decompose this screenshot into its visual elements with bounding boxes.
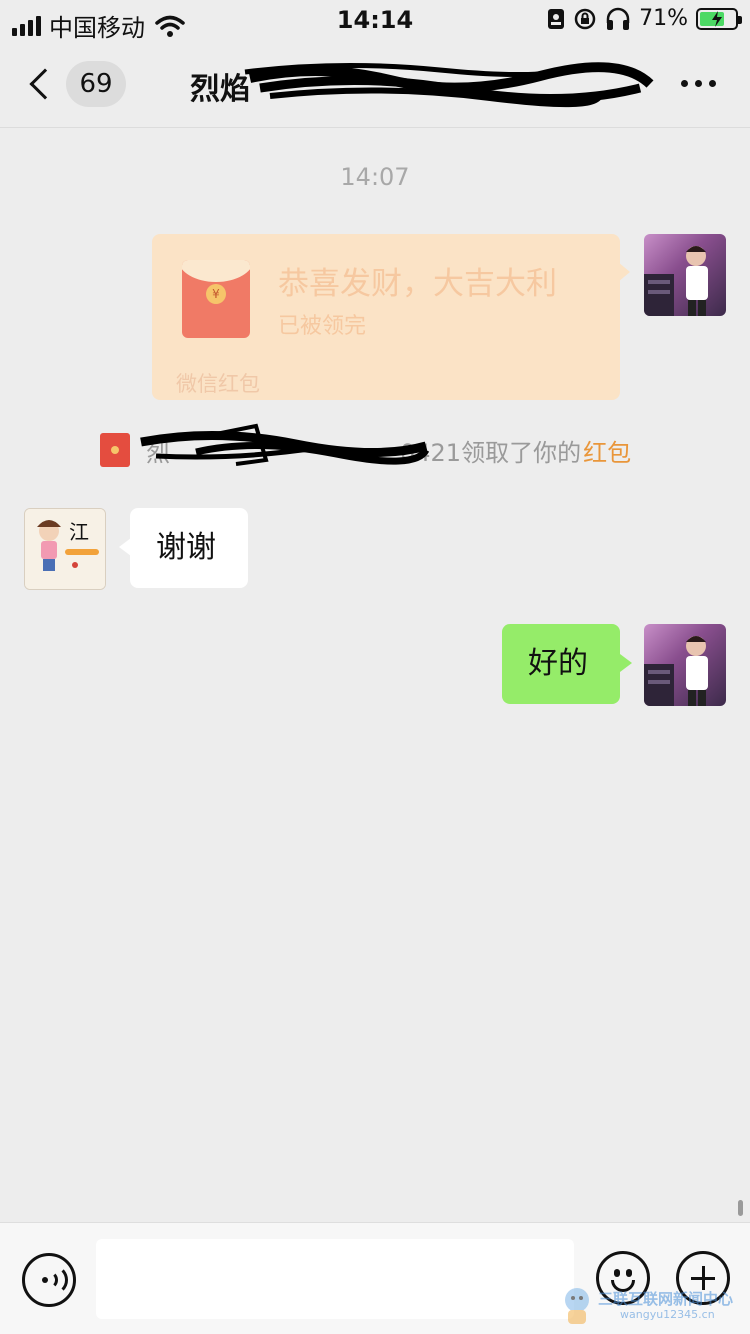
watermark-url: wangyu12345.cn — [620, 1308, 715, 1321]
battery-percent: 71% — [639, 6, 688, 31]
chat-nav-bar: 69 烈焰 — [0, 40, 750, 128]
contact-avatar[interactable]: 江 — [24, 508, 106, 590]
my-avatar[interactable] — [644, 624, 726, 706]
watermark-text: 三联互联网新闻中心 — [598, 1290, 734, 1308]
rotation-lock-icon — [574, 8, 596, 29]
headphones-icon — [606, 7, 630, 30]
svg-text:江: 江 — [69, 520, 89, 544]
red-packet-footer: 微信红包 — [176, 372, 260, 396]
battery-charging-icon — [696, 7, 742, 30]
coin-icon: ¥ — [206, 284, 226, 304]
message-input[interactable] — [96, 1239, 574, 1319]
received-message-bubble[interactable]: 谢谢 — [130, 508, 248, 588]
unread-count-badge: 69 — [66, 61, 126, 107]
red-packet-message[interactable]: ¥ 恭喜发财，大吉大利 已被领完 微信红包 — [152, 234, 620, 400]
red-packet-status: 已被领完 — [278, 314, 367, 339]
chevron-left-icon — [29, 68, 61, 100]
received-bubble-tail — [119, 538, 131, 556]
red-packet-tail — [618, 262, 630, 282]
my-avatar[interactable] — [644, 234, 726, 316]
more-dots-icon[interactable] — [681, 80, 716, 87]
status-right: 71% — [547, 6, 742, 31]
sent-bubble-tail — [620, 654, 632, 672]
red-packet-link[interactable]: 红包 — [583, 433, 631, 468]
back-button[interactable]: 69 — [20, 58, 130, 110]
voice-icon[interactable] — [22, 1253, 76, 1307]
red-envelope-icon: ¥ — [182, 260, 250, 338]
message-timestamp: 14:07 — [340, 163, 410, 191]
watermark: 三联互联网新闻中心 wangyu12345.cn — [560, 1284, 740, 1328]
redaction-scribble — [244, 62, 654, 108]
red-packet-small-icon — [100, 433, 130, 467]
mascot-icon — [565, 1288, 589, 1324]
status-bar: 中国移动 14:14 71% — [0, 0, 750, 42]
id-card-icon — [548, 8, 565, 29]
red-packet-title: 恭喜发财，大吉大利 — [278, 266, 557, 302]
scroll-indicator[interactable] — [738, 1200, 743, 1216]
redaction-scribble-notice — [140, 423, 430, 466]
sent-message-bubble[interactable]: 好的 — [502, 624, 620, 704]
chat-screen: 中国移动 14:14 71% 69 烈焰 14:07 ¥ 恭喜发财，大吉大利 已… — [0, 0, 750, 1334]
